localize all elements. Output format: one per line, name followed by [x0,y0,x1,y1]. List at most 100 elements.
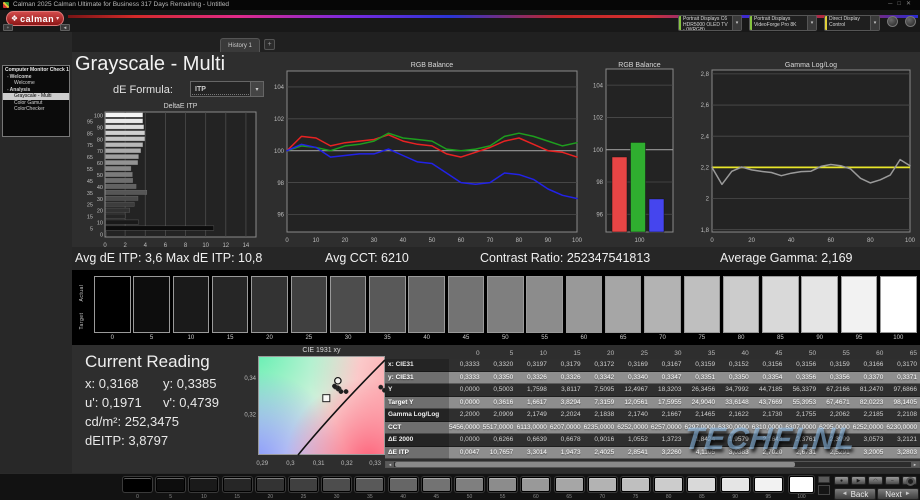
tab-history-1[interactable]: History 1 [220,38,260,52]
table-cell: 3,2260 [651,447,685,460]
svg-text:20: 20 [748,238,755,244]
sidebar-pin-button[interactable]: ◄ [60,24,70,31]
pattern-swatch-button-90[interactable] [721,477,750,492]
pattern-swatch-button-0[interactable] [123,477,152,492]
svg-text:102: 102 [593,116,604,122]
device-button-3[interactable]: Direct Display Control▾ [824,15,880,31]
calman-menu-button[interactable]: ❖ calman ▾ [6,11,64,26]
table-cell: 0,3356 [819,372,853,385]
table-cell: 0,3370 [853,372,887,385]
pattern-swatch-number: 55 [488,494,517,500]
de-formula-label: dE Formula: [113,84,173,96]
pattern-swatch-button-55[interactable] [488,477,517,492]
pattern-swatch-button-45[interactable] [422,477,451,492]
pattern-swatch-button-100[interactable] [789,476,814,493]
pattern-swatch-button-40[interactable] [389,477,418,492]
play-button[interactable]: ▶ [851,476,866,485]
svg-text:50: 50 [429,238,436,244]
table-column-header: 5 [483,348,517,359]
table-cell: 2,1740 [617,409,651,422]
sidebar-item-colorchecker[interactable]: ColorChecker [3,106,69,112]
scrollbar-thumb[interactable] [395,462,795,467]
minimize-icon[interactable]: ─ [888,1,897,7]
table-cell: 2,2024 [550,409,584,422]
table-cell: 97,6866 [886,384,920,397]
de-formula-dropdown[interactable]: ITP ▾ [190,81,264,97]
grayscale-swatch-20 [251,276,288,333]
minus-button[interactable]: − [885,476,900,485]
pattern-swatch-button-20[interactable] [256,477,285,492]
table-cell: 6330,0000 [718,422,752,435]
table-cell: 6297,0000 [684,422,718,435]
device-button-1[interactable]: Portrait Displays C6 HDR5000 OLED TV - (… [678,15,742,31]
table-cell: 0,3351 [684,372,718,385]
tree-expander-icon[interactable]: - [7,74,9,80]
table-row-7: ΔE 20000,00000,62660,66390,66780,90161,0… [385,434,920,447]
scroll-right-icon[interactable]: ► [911,462,919,467]
grayscale-swatch-label: 100 [880,335,917,341]
device-button-2[interactable]: Portrait Displays VideoForge Pro 8K▾ [749,15,817,31]
table-column-header: 55 [819,348,853,359]
pattern-swatch-button-15[interactable] [223,477,252,492]
grayscale-swatch-label: 5 [133,335,170,341]
probe-button[interactable]: ◠ [868,476,883,485]
toolbar-knob-button-1[interactable] [887,16,898,27]
grayscale-swatch-30 [330,276,367,333]
pattern-swatch-button-85[interactable] [687,477,716,492]
device-button-label: Direct Display Control [827,16,870,30]
grayscale-swatch-95 [841,276,878,333]
table-cell: 0,3156 [785,359,819,372]
svg-text:2,2: 2,2 [701,166,710,172]
grayscale-swatch-75 [684,276,721,333]
table-cell: 0,9016 [584,434,618,447]
table-cell: 2,1730 [752,409,786,422]
maximize-icon[interactable]: □ [897,1,906,7]
close-icon[interactable]: ✕ [906,1,916,7]
table-cell: 0,6639 [516,434,550,447]
svg-text:70: 70 [487,238,494,244]
pattern-swatch-button-60[interactable] [521,477,550,492]
pattern-swatch-button-10[interactable] [189,477,218,492]
pattern-swatch-button-30[interactable] [322,477,351,492]
table-scrollbar[interactable]: ◄ ► [385,461,920,468]
table-cell: 2,2185 [853,409,887,422]
svg-text:25: 25 [87,203,93,209]
table-cell: 82,0223 [853,397,887,410]
pattern-swatch-number: 35 [355,494,384,500]
pattern-swatch-button-65[interactable] [555,477,584,492]
grayscale-swatch-60 [566,276,603,333]
sidebar-add-button[interactable]: + [3,24,13,31]
table-cell: 0,0000 [449,434,483,447]
table-cell: 5517,0000 [483,422,517,435]
tree-expander-icon[interactable]: - [7,87,9,93]
table-cell: 2,0909 [483,409,517,422]
svg-text:80: 80 [97,137,103,143]
pattern-swatch-button-80[interactable] [654,477,683,492]
table-cell: 2,3761 [785,434,819,447]
pattern-swatch-button-25[interactable] [289,477,318,492]
scroll-left-icon[interactable]: ◄ [386,462,394,467]
pattern-option-button[interactable] [818,476,830,483]
next-button[interactable]: Next ► [877,488,919,500]
next-arrow-icon: ► [905,491,911,497]
svg-text:80: 80 [867,238,874,244]
record-button[interactable]: ● [834,476,849,485]
pattern-swatch-button-75[interactable] [621,477,650,492]
table-cell: 0,3371 [886,372,920,385]
pattern-swatch-button-50[interactable] [455,477,484,492]
table-cell: 6113,0000 [516,422,550,435]
svg-text:15: 15 [87,215,93,221]
table-row-label: ΔE 2000 [385,434,449,447]
pattern-swatch-button-5[interactable] [156,477,185,492]
pattern-swatch-button-95[interactable] [754,477,783,492]
table-cell: 0,6266 [483,434,517,447]
add-tab-button[interactable]: + [264,39,275,50]
pattern-swatch-button-35[interactable] [355,477,384,492]
black-pattern-swatch[interactable] [818,485,830,495]
svg-text:2,6: 2,6 [701,103,710,109]
app-icon [3,2,9,8]
pattern-swatch-button-70[interactable] [588,477,617,492]
back-button[interactable]: ◄ Back [834,488,876,500]
table-row-3: Y0,00000,50031,75983,81177,509512,496718… [385,384,920,397]
toolbar-knob-button-2[interactable] [905,16,916,27]
